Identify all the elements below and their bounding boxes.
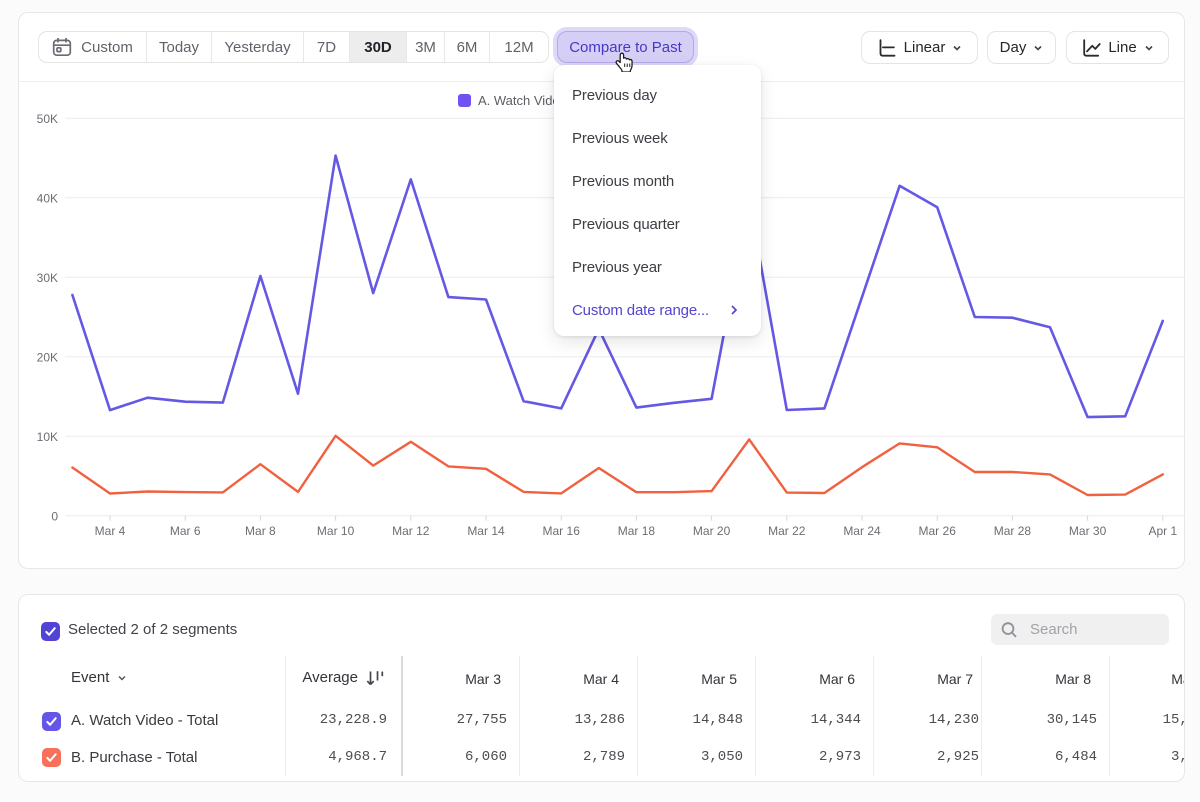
svg-text:Mar 10: Mar 10 <box>317 524 355 538</box>
svg-text:0: 0 <box>51 510 58 524</box>
svg-text:40K: 40K <box>37 192 58 206</box>
svg-text:Mar 6: Mar 6 <box>170 524 201 538</box>
svg-text:Apr 1: Apr 1 <box>1148 524 1177 538</box>
svg-text:Mar 8: Mar 8 <box>245 524 276 538</box>
svg-text:20K: 20K <box>37 351 58 365</box>
svg-text:50K: 50K <box>37 112 58 126</box>
svg-text:Mar 18: Mar 18 <box>618 524 656 538</box>
svg-text:Mar 26: Mar 26 <box>919 524 957 538</box>
svg-text:10K: 10K <box>37 430 58 444</box>
svg-text:Mar 20: Mar 20 <box>693 524 731 538</box>
svg-text:Mar 28: Mar 28 <box>994 524 1032 538</box>
svg-text:Mar 22: Mar 22 <box>768 524 806 538</box>
svg-text:30K: 30K <box>37 271 58 285</box>
svg-text:Mar 12: Mar 12 <box>392 524 430 538</box>
svg-text:Mar 24: Mar 24 <box>843 524 881 538</box>
svg-text:Mar 14: Mar 14 <box>467 524 505 538</box>
svg-text:Mar 30: Mar 30 <box>1069 524 1107 538</box>
svg-text:Mar 16: Mar 16 <box>543 524 581 538</box>
svg-text:Mar 4: Mar 4 <box>95 524 126 538</box>
